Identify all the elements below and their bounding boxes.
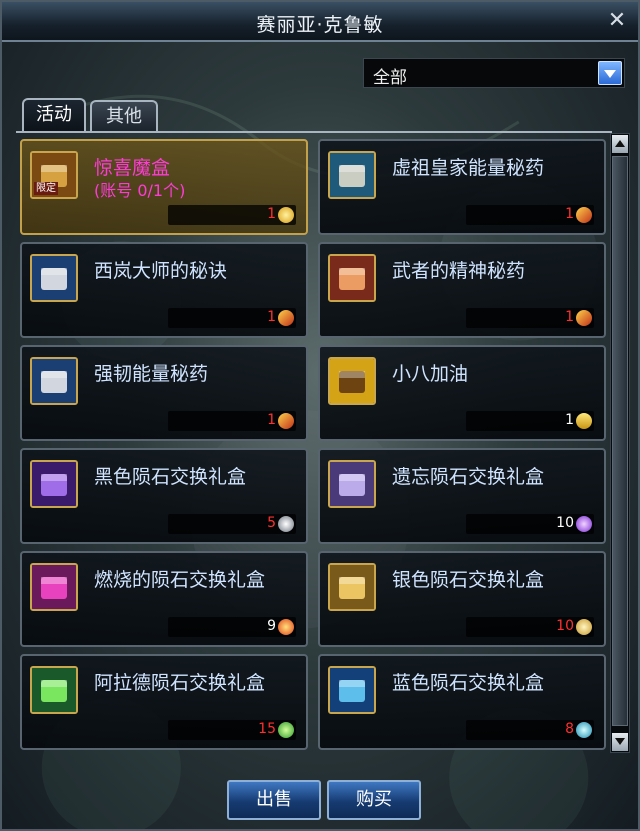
price-value: 1 — [267, 412, 276, 428]
spirit-orb-icon — [328, 254, 376, 302]
green-gem-icon — [278, 722, 294, 738]
shop-item-card[interactable]: 小八加油 1 — [318, 345, 606, 441]
violet-chest-icon — [328, 460, 376, 508]
scroll-down-icon[interactable] — [612, 733, 628, 751]
shop-item-card[interactable]: 燃烧的陨石交换礼盒 9 — [20, 551, 308, 647]
price-value: 10 — [556, 515, 574, 531]
item-name: 阿拉德陨石交换礼盒 — [94, 672, 266, 694]
item-price: 10 — [466, 617, 594, 637]
gold-coin-icon — [278, 207, 294, 223]
tab-other[interactable]: 其他 — [90, 100, 158, 132]
purple-chest-icon — [30, 460, 78, 508]
item-name: 蓝色陨石交换礼盒 — [392, 672, 545, 694]
shop-window: 赛丽亚·克鲁敏 ✕ 全部 活动 其他 限定 惊喜魔盒 (账号 0/1个) 1 虚祖皇家能… — [0, 0, 640, 831]
gold-bars-icon — [576, 413, 592, 429]
scroll-up-icon[interactable] — [612, 135, 628, 153]
item-name: 武者的精神秘药 — [392, 260, 526, 282]
sell-button[interactable]: 出售 — [227, 780, 321, 820]
mystery-box-icon: 限定 — [30, 151, 78, 199]
gold-gem-icon — [576, 619, 592, 635]
scroll-thumb[interactable] — [612, 156, 628, 726]
shop-item-card[interactable]: 蓝色陨石交换礼盒 8 — [318, 654, 606, 750]
cyan-gem-icon — [576, 722, 592, 738]
limited-badge: 限定 — [34, 182, 58, 195]
price-value: 10 — [556, 618, 574, 634]
item-price: 1 — [168, 411, 296, 431]
potion-flask-icon — [30, 357, 78, 405]
item-name: 燃烧的陨石交换礼盒 — [94, 569, 266, 591]
item-name: 遗忘陨石交换礼盒 — [392, 466, 545, 488]
price-value: 1 — [565, 309, 574, 325]
shop-item-card[interactable]: 银色陨石交换礼盒 10 — [318, 551, 606, 647]
close-icon[interactable]: ✕ — [604, 8, 630, 34]
item-name: 小八加油 — [392, 363, 469, 385]
potion-flask-icon — [30, 254, 78, 302]
item-price: 15 — [168, 720, 296, 740]
price-value: 1 — [565, 412, 574, 428]
item-list: 限定 惊喜魔盒 (账号 0/1个) 1 虚祖皇家能量秘药 1 西岚大师的秘诀 1 武者的精神秘药… — [16, 133, 612, 753]
chevron-down-icon[interactable] — [598, 61, 622, 85]
item-price: 1 — [466, 308, 594, 328]
potion-bottle-icon — [328, 151, 376, 199]
price-value: 5 — [267, 515, 276, 531]
blue-chest-icon — [328, 666, 376, 714]
window-title: 赛丽亚·克鲁敏 — [256, 14, 384, 36]
item-price: 5 — [168, 514, 296, 534]
item-purchase-limit: (账号 0/1个) — [94, 181, 186, 200]
ticket-icon — [278, 413, 294, 429]
item-price: 1 — [168, 308, 296, 328]
item-price: 9 — [168, 617, 296, 637]
item-price: 8 — [466, 720, 594, 740]
shop-item-card[interactable]: 阿拉德陨石交换礼盒 15 — [20, 654, 308, 750]
item-name: 强韧能量秘药 — [94, 363, 209, 385]
shop-item-card[interactable]: 黑色陨石交换礼盒 5 — [20, 448, 308, 544]
item-name: 惊喜魔盒 — [94, 157, 171, 179]
buy-button[interactable]: 购买 — [327, 780, 421, 820]
item-name: 黑色陨石交换礼盒 — [94, 466, 247, 488]
shop-item-card[interactable]: 西岚大师的秘诀 1 — [20, 242, 308, 338]
item-price: 1 — [466, 411, 594, 431]
green-chest-icon — [30, 666, 78, 714]
item-name: 西岚大师的秘诀 — [94, 260, 228, 282]
item-price: 1 — [168, 205, 296, 225]
ticket-icon — [576, 207, 592, 223]
ticket-icon — [278, 310, 294, 326]
price-value: 15 — [258, 721, 276, 737]
title-bar: 赛丽亚·克鲁敏 ✕ — [2, 2, 638, 42]
magenta-chest-icon — [30, 563, 78, 611]
price-value: 9 — [267, 618, 276, 634]
shop-item-card[interactable]: 遗忘陨石交换礼盒 10 — [318, 448, 606, 544]
shop-item-card[interactable]: 虚祖皇家能量秘药 1 — [318, 139, 606, 235]
shop-item-card[interactable]: 武者的精神秘药 1 — [318, 242, 606, 338]
silver-gem-icon — [278, 516, 294, 532]
price-value: 1 — [267, 309, 276, 325]
shop-item-card[interactable]: 强韧能量秘药 1 — [20, 345, 308, 441]
ticket-icon — [576, 310, 592, 326]
tab-activity[interactable]: 活动 — [22, 98, 86, 132]
price-value: 8 — [565, 721, 574, 737]
price-value: 1 — [565, 206, 574, 222]
shop-item-card[interactable]: 限定 惊喜魔盒 (账号 0/1个) 1 — [20, 139, 308, 235]
price-value: 1 — [267, 206, 276, 222]
item-price: 10 — [466, 514, 594, 534]
filter-dropdown[interactable]: 全部 — [363, 58, 625, 88]
heart-card-icon — [328, 357, 376, 405]
item-name: 银色陨石交换礼盒 — [392, 569, 545, 591]
scrollbar[interactable] — [610, 133, 630, 753]
item-price: 1 — [466, 205, 594, 225]
gold-chest-icon — [328, 563, 376, 611]
item-name: 虚祖皇家能量秘药 — [392, 157, 545, 179]
filter-selected-label: 全部 — [373, 68, 407, 88]
fire-gem-icon — [278, 619, 294, 635]
purple-gem-icon — [576, 516, 592, 532]
